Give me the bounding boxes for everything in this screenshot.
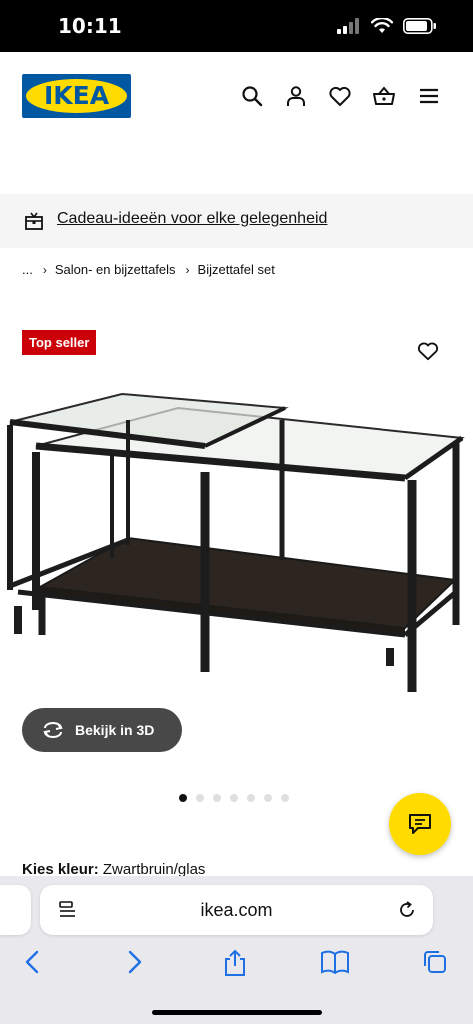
logo-text: IKEA [43, 81, 110, 110]
breadcrumb-ellipsis[interactable]: ... [22, 262, 33, 277]
carousel-dot[interactable] [264, 794, 272, 802]
chevron-right-icon: › [185, 262, 190, 277]
wifi-icon [371, 18, 393, 33]
carousel-dot[interactable] [281, 794, 289, 802]
search-icon[interactable] [240, 84, 264, 108]
ikea-logo[interactable]: IKEA [22, 74, 131, 118]
favourite-heart-icon[interactable] [417, 341, 439, 361]
product-image-nesting-tables[interactable] [0, 380, 473, 700]
carousel-dot[interactable] [230, 794, 238, 802]
heart-icon[interactable] [328, 84, 352, 108]
bookmarks-icon[interactable] [320, 949, 350, 975]
breadcrumb-item-bijzettafel-set[interactable]: Bijzettafel set [198, 262, 275, 277]
basket-icon[interactable] [372, 84, 396, 108]
chat-button[interactable] [389, 793, 451, 855]
breadcrumb: ... › Salon- en bijzettafels › Bijzettaf… [22, 262, 275, 277]
promo-banner[interactable]: Cadeau-ideeën voor elke gelegenheid [0, 194, 473, 248]
home-indicator [152, 1010, 322, 1015]
tabs-icon[interactable] [422, 949, 448, 975]
menu-icon[interactable] [417, 84, 441, 108]
status-time: 10:11 [58, 14, 122, 38]
gift-box-icon [25, 212, 43, 230]
carousel-dots [179, 794, 289, 802]
browser-toolbar: ikea.com [0, 876, 473, 1024]
status-bar: 10:11 [0, 0, 473, 52]
carousel-dot[interactable] [213, 794, 221, 802]
site-header: IKEA [0, 52, 473, 142]
address-bar[interactable]: ikea.com [40, 885, 433, 935]
battery-icon [403, 18, 436, 34]
forward-icon[interactable] [125, 949, 145, 975]
rotate-3d-icon [43, 722, 63, 738]
top-seller-badge: Top seller [22, 330, 97, 355]
url-text[interactable]: ikea.com [40, 900, 433, 921]
carousel-dot[interactable] [196, 794, 204, 802]
back-icon[interactable] [22, 949, 42, 975]
account-icon[interactable] [284, 84, 308, 108]
carousel-dot-active[interactable] [179, 794, 187, 802]
promo-banner-link[interactable]: Cadeau-ideeën voor elke gelegenheid [57, 210, 327, 228]
share-icon[interactable] [222, 949, 248, 977]
status-icons [337, 18, 437, 34]
chevron-right-icon: › [42, 262, 47, 277]
previous-tab-preview[interactable] [0, 885, 31, 935]
signal-icon [337, 18, 359, 34]
chat-icon [409, 814, 431, 834]
carousel-dot[interactable] [247, 794, 255, 802]
view-in-3d-button[interactable]: Bekijk in 3D [22, 708, 182, 752]
breadcrumb-item-salon-en-bijzettafels[interactable]: Salon- en bijzettafels [55, 262, 176, 277]
reload-icon[interactable] [397, 900, 417, 920]
view-in-3d-label: Bekijk in 3D [75, 722, 155, 738]
